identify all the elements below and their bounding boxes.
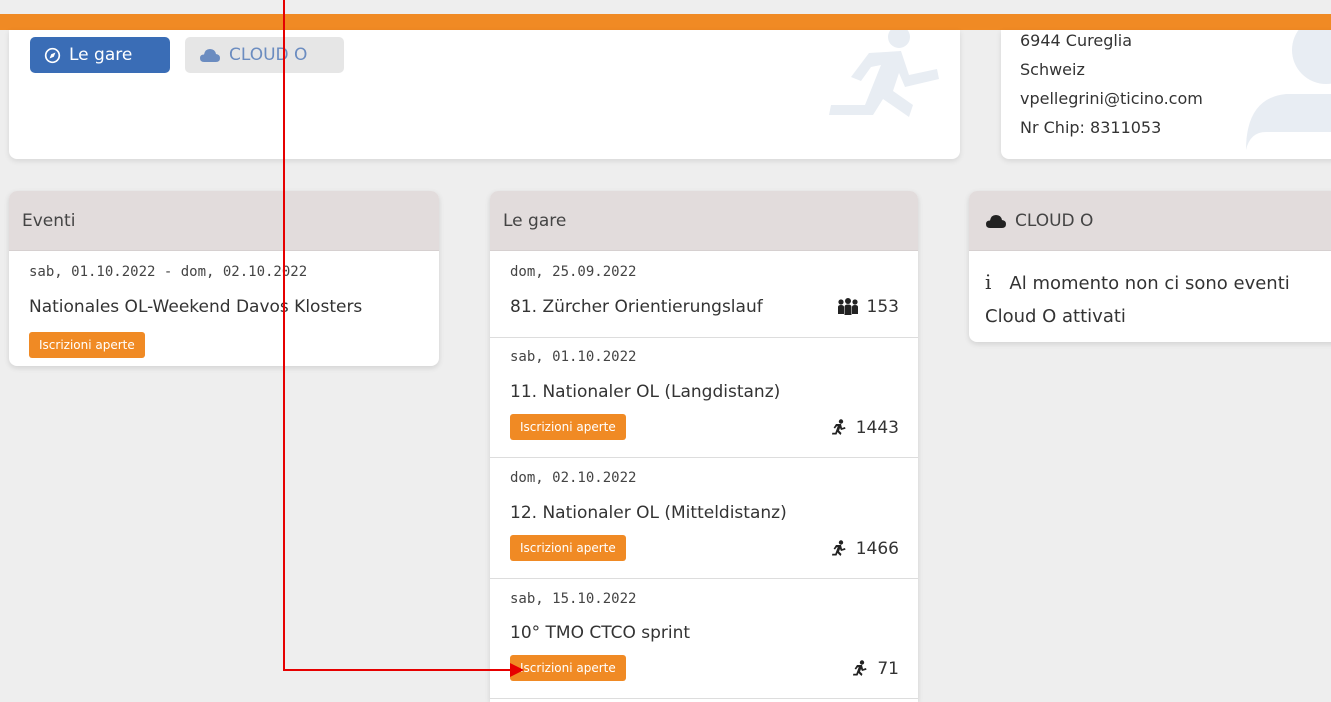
annotation-arrow (283, 0, 524, 677)
